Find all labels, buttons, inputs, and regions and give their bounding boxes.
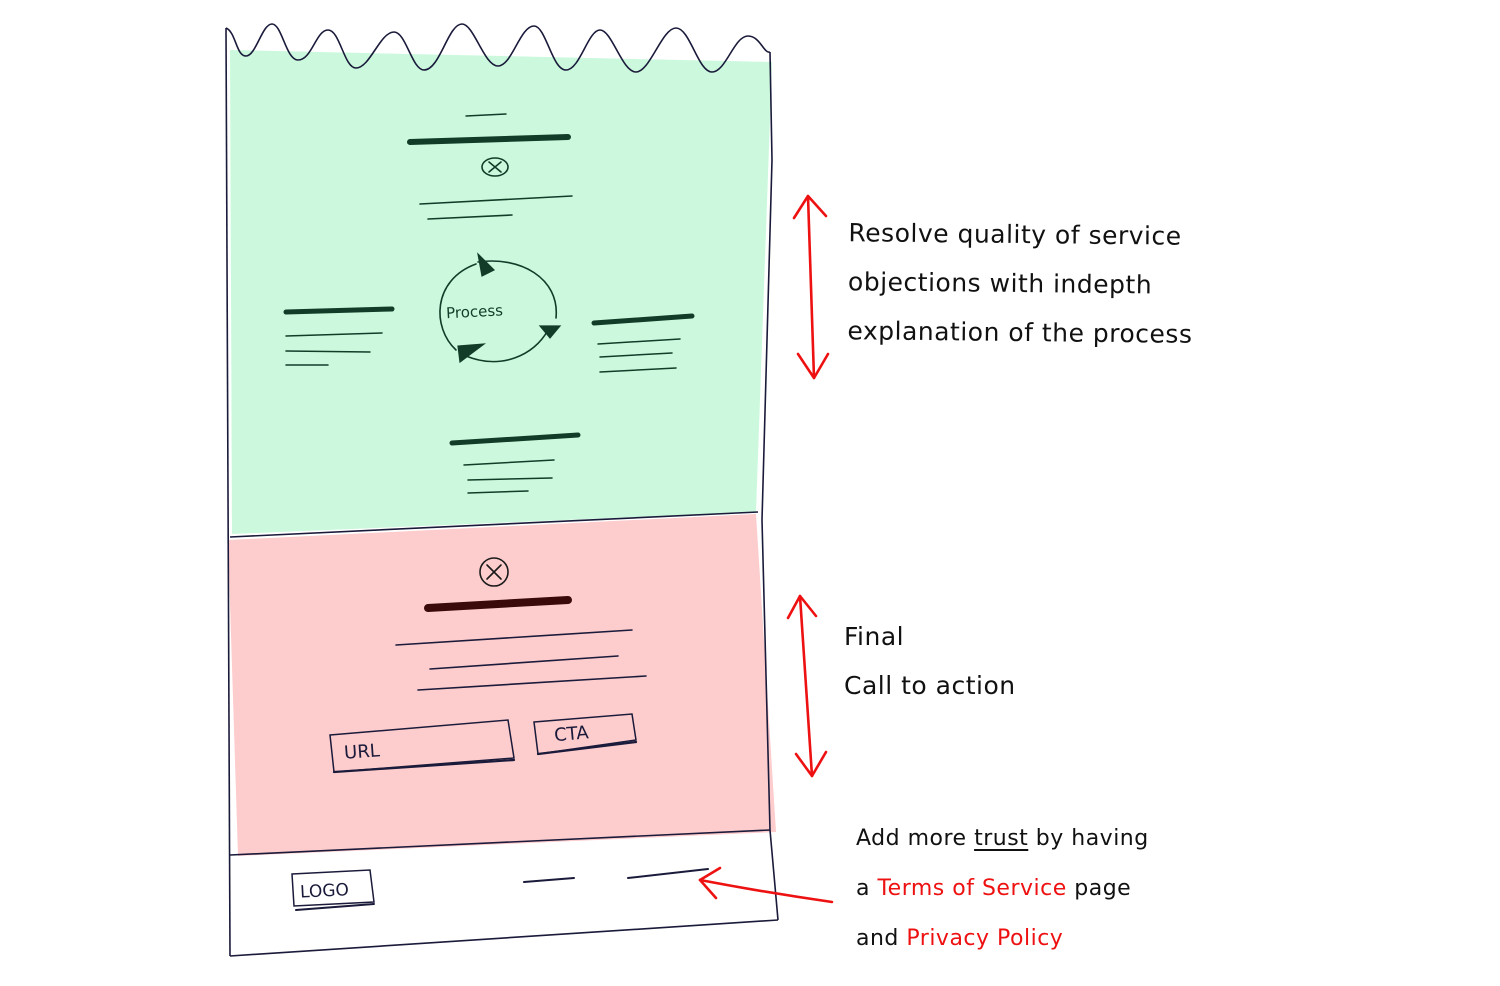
annotation-footer-text: and xyxy=(856,926,907,951)
footer-link-terms[interactable] xyxy=(523,877,575,883)
annotation-process: Resolve quality of service objections wi… xyxy=(847,208,1193,359)
process-label: Process xyxy=(446,301,504,322)
pointer-arrow-footer-icon xyxy=(698,866,834,904)
privacy-policy-text: Privacy Policy xyxy=(906,926,1064,951)
annotation-footer-text: by having xyxy=(1028,826,1149,851)
annotation-process-line-2: objections with indepth xyxy=(847,267,1153,300)
annotation-footer-line-2: a Terms of Service page xyxy=(856,864,1149,914)
process-section-fill xyxy=(230,50,772,534)
annotation-cta-line-2: Call to action xyxy=(844,671,1016,700)
left-feature-heading xyxy=(283,306,395,315)
footer-link-privacy[interactable] xyxy=(627,868,709,879)
annotation-footer-text: a xyxy=(856,876,878,901)
footer-logo: LOGO xyxy=(291,869,375,911)
double-arrow-process-icon xyxy=(792,194,830,380)
annotation-process-line-1: Resolve quality of service xyxy=(848,218,1182,251)
trust-emphasis: trust xyxy=(974,826,1029,851)
annotation-footer: Add more trust by having a Terms of Serv… xyxy=(856,814,1149,964)
annotation-footer-line-1: Add more trust by having xyxy=(856,814,1149,864)
left-feature-line-2 xyxy=(285,350,371,353)
url-input-label: URL xyxy=(343,740,380,763)
left-edge xyxy=(225,27,231,957)
bottom-edge xyxy=(229,919,779,957)
cta-button-label: CTA xyxy=(553,722,590,746)
footer-section: LOGO xyxy=(291,868,709,911)
annotation-footer-text: Add more xyxy=(856,826,975,851)
annotation-process-line-3: explanation of the process xyxy=(847,316,1193,349)
annotation-footer-line-3: and Privacy Policy xyxy=(856,914,1149,964)
annotation-footer-text: page xyxy=(1066,876,1132,901)
double-arrow-cta-icon xyxy=(786,594,828,778)
terms-of-service-text: Terms of Service xyxy=(877,876,1067,901)
annotation-cta-line-1: Final xyxy=(844,622,905,651)
annotation-cta: Final Call to action xyxy=(844,612,1016,710)
footer-logo-label: LOGO xyxy=(300,880,350,903)
wireframe-sketch: Process URL CTA LOGO xyxy=(225,23,834,957)
